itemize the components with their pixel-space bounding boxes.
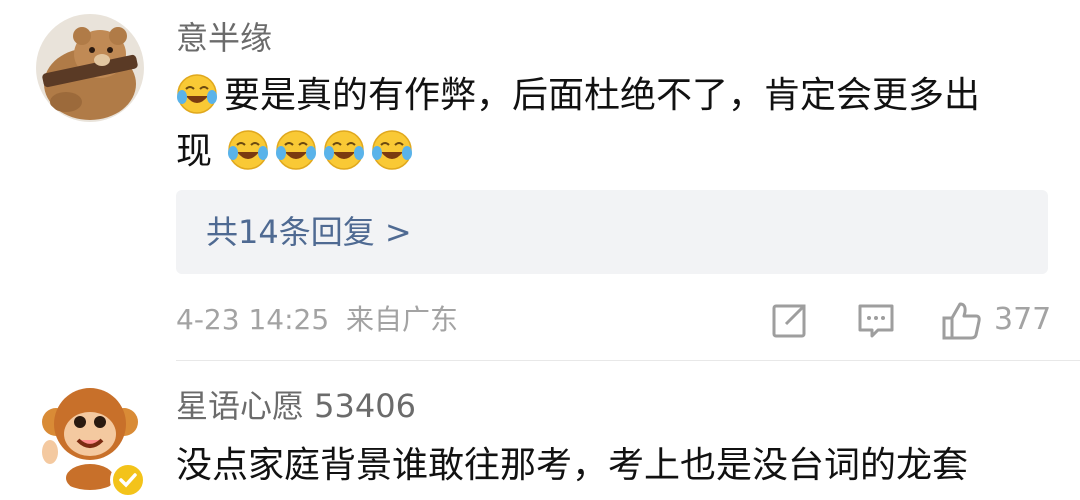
comment-username[interactable]: 星语心愿 53406 — [176, 386, 416, 426]
verified-badge — [110, 462, 146, 498]
replies-box[interactable]: 共14条回复 > — [176, 190, 1048, 274]
share-button[interactable] — [770, 298, 810, 342]
laugh-cry-emoji-icon — [227, 129, 269, 171]
comment-text: 没点家庭背景谁敢往那考，考上也是没台词的龙套 — [176, 445, 969, 486]
comment-username[interactable]: 意半缘 — [176, 18, 272, 58]
comment-text-line1: 要是真的有作弊，后面杜绝不了，肯定会更多出 — [224, 75, 981, 116]
divider — [176, 360, 1080, 361]
comment-text-line2: 现 — [176, 131, 213, 172]
laugh-cry-emoji-icon — [176, 73, 218, 115]
laugh-cry-emoji-icon — [275, 129, 317, 171]
comment-meta: 4-23 14:25 来自广东 — [176, 300, 458, 340]
bear-plush-avatar-icon — [36, 14, 144, 122]
comment-button[interactable] — [856, 298, 896, 342]
laugh-cry-emoji-icon — [371, 129, 413, 171]
view-replies-link[interactable]: 共14条回复 > — [206, 210, 412, 254]
like-button[interactable] — [940, 298, 984, 342]
like-count: 377 — [994, 302, 1052, 337]
comment-icon — [858, 304, 894, 338]
location: 来自广东 — [346, 303, 459, 336]
share-icon — [772, 304, 806, 338]
comment-text-continued: 现 — [176, 122, 419, 182]
verified-badge-icon — [119, 473, 137, 488]
laugh-cry-emoji-icon — [323, 129, 365, 171]
avatar[interactable] — [36, 14, 144, 122]
timestamp: 4-23 14:25 — [176, 303, 330, 336]
comment-text: 要是真的有作弊，后面杜绝不了，肯定会更多出 — [176, 66, 980, 126]
thumbs-up-icon — [942, 302, 981, 340]
